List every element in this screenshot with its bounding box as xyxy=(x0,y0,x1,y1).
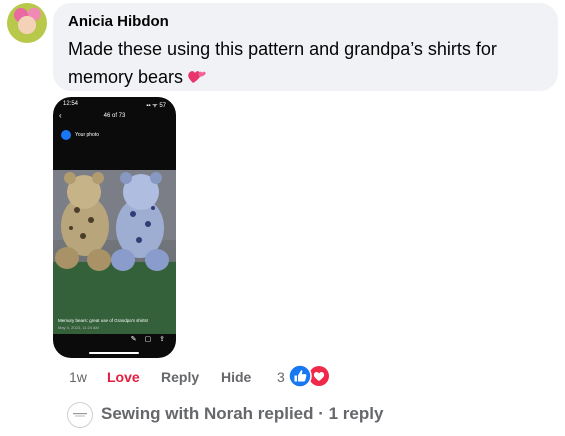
love-reaction-icon xyxy=(309,366,329,386)
phone-status-time: 12:54 xyxy=(63,101,79,107)
attached-photo[interactable]: 12:54 ▪▪ ᯤ 57 ‹ 46 of 73 Your photo Memo… xyxy=(53,97,176,358)
reaction-count[interactable]: 3 xyxy=(277,369,285,385)
photo-header: Your photo xyxy=(75,132,100,138)
photo-caption: Memory bears: great use of Grandpa's shi… xyxy=(58,318,149,323)
comment-text-content: Made these using this pattern and grandp… xyxy=(68,39,497,87)
profile-icon xyxy=(61,130,71,140)
reactions-summary[interactable] xyxy=(286,364,332,388)
photo-action-icons: ✎ ▢ ⇪ xyxy=(130,336,168,343)
reply-button[interactable]: Reply xyxy=(161,369,199,385)
comment-timestamp[interactable]: 1w xyxy=(69,369,87,385)
view-replies-link[interactable]: Sewing with Norah replied · 1 reply xyxy=(101,404,383,424)
comment-text: Made these using this pattern and grandp… xyxy=(68,35,548,93)
phone-status-indicators: ▪▪ ᯤ 57 xyxy=(146,103,166,109)
two-hearts-icon xyxy=(187,65,207,93)
hide-button[interactable]: Hide xyxy=(221,369,251,385)
photo-date: May 4, 2023, 11:24 AM xyxy=(58,325,99,330)
replier-avatar[interactable] xyxy=(67,402,93,428)
comment-author-name[interactable]: Anicia Hibdon xyxy=(68,13,169,30)
author-avatar[interactable] xyxy=(7,3,47,43)
home-indicator xyxy=(89,352,139,354)
love-button[interactable]: Love xyxy=(107,369,140,385)
like-reaction-icon xyxy=(288,364,312,388)
bears-photo xyxy=(53,170,176,334)
photo-count: 46 of 73 xyxy=(103,113,126,119)
